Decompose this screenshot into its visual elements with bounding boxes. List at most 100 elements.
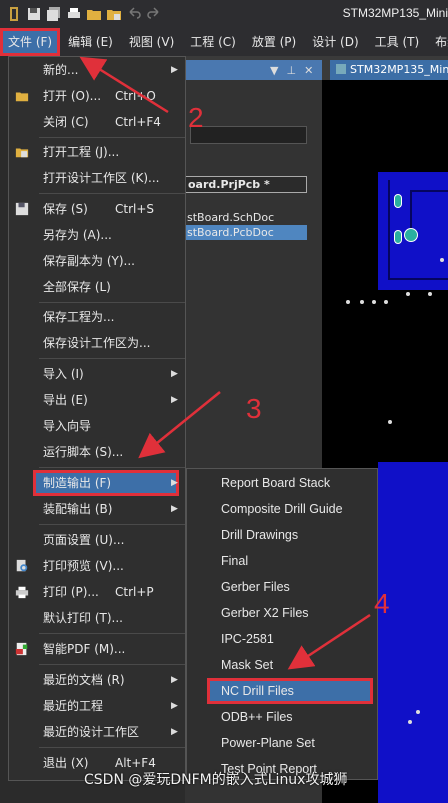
pcb-via [440, 258, 444, 262]
menu-design[interactable]: 设计 (D) [304, 28, 366, 56]
menu-route[interactable]: 布线 [427, 28, 448, 56]
save-icon[interactable] [26, 6, 42, 22]
menu-separator [39, 137, 185, 138]
menu-import-wizard[interactable]: 导入向导 [9, 413, 185, 439]
pcb-doc-row[interactable]: stBoard.PcbDoc [185, 225, 307, 240]
close-icon[interactable]: ✕ [304, 64, 313, 77]
menu-close[interactable]: 关闭 (C) Ctrl+F4 [9, 109, 185, 135]
menu-print[interactable]: 打印 (P)... Ctrl+P [9, 579, 185, 605]
menu-import[interactable]: 导入 (I) ▶ [9, 361, 185, 387]
file-menu: 新的... ▶ 打开 (O)... Ctrl+O 关闭 (C) Ctrl+F4 打开工… [8, 56, 186, 781]
open-folder-icon [15, 92, 29, 102]
dropdown-icon[interactable]: ▼ [270, 64, 278, 77]
project-file-row[interactable]: oard.PrjPcb * [185, 176, 307, 193]
watermark: CSDN @爱玩DNFM的嵌入式Linux攻城狮 [84, 772, 348, 788]
submenu-report-board-stack[interactable]: Report Board Stack [187, 470, 377, 496]
menu-separator [39, 467, 185, 468]
fabrication-outputs-submenu: Report Board Stack Composite Drill Guide… [186, 468, 378, 780]
submenu-ipc-2581[interactable]: IPC-2581 [187, 626, 377, 652]
panel-search-input[interactable] [190, 126, 307, 144]
annotation-step-4: 4 [374, 588, 390, 619]
menu-open-workspace[interactable]: 打开设计工作区 (K)... [9, 165, 185, 191]
menu-separator [39, 747, 185, 748]
print-preview-icon [16, 559, 28, 572]
menu-default-print[interactable]: 默认打印 (T)... [9, 605, 185, 631]
pcb-pad [394, 230, 402, 244]
menu-tools[interactable]: 工具 (T) [367, 28, 428, 56]
app-logo-icon [10, 7, 18, 21]
submenu-arrow-icon: ▶ [171, 395, 178, 405]
menu-file[interactable]: 文件 (F) [0, 28, 61, 56]
menu-save-workspace-as[interactable]: 保存设计工作区为... [9, 330, 185, 356]
menu-save-copy[interactable]: 保存副本为 (Y)... [9, 248, 185, 274]
menu-place[interactable]: 放置 (P) [244, 28, 304, 56]
menu-open[interactable]: 打开 (O)... Ctrl+O [9, 83, 185, 109]
pcb-via [416, 710, 420, 714]
menu-separator [39, 358, 185, 359]
save-all-icon[interactable] [46, 6, 62, 22]
submenu-nc-drill-files[interactable]: NC Drill Files [207, 678, 373, 704]
submenu-drill-drawings[interactable]: Drill Drawings [187, 522, 377, 548]
open-project-icon [15, 148, 29, 158]
submenu-odb-files[interactable]: ODB++ Files [187, 704, 377, 730]
menu-save-as[interactable]: 另存为 (A)... [9, 222, 185, 248]
open-folder-icon[interactable] [86, 6, 102, 22]
menu-run-script[interactable]: 运行脚本 (S)... [9, 439, 185, 465]
menu-new[interactable]: 新的... ▶ [9, 57, 185, 83]
menu-separator [39, 193, 185, 194]
pcb-via [372, 300, 376, 304]
annotation-step-2: 2 [188, 102, 204, 133]
menu-recent-docs[interactable]: 最近的文档 (R) ▶ [9, 667, 185, 693]
menu-save[interactable]: 保存 (S) Ctrl+S [9, 196, 185, 222]
menu-separator [39, 302, 185, 303]
menu-separator [39, 664, 185, 665]
pcb-via [360, 300, 364, 304]
print-icon[interactable] [66, 6, 82, 22]
menu-smart-pdf[interactable]: 智能PDF (M)... [9, 636, 185, 662]
pcb-trace [410, 190, 448, 192]
sch-doc-row[interactable]: stBoard.SchDoc [185, 211, 274, 225]
menu-print-preview[interactable]: 打印预览 (V)... [9, 553, 185, 579]
document-tab[interactable]: STM32MP135_Mini [330, 60, 448, 80]
submenu-arrow-icon: ▶ [171, 701, 178, 711]
pcb-via [408, 720, 412, 724]
panel-tab-controls: ▼ ⊥ ✕ [270, 60, 313, 80]
save-icon [15, 202, 29, 216]
redo-icon[interactable] [146, 6, 162, 22]
submenu-arrow-icon: ▶ [171, 504, 178, 514]
submenu-final[interactable]: Final [187, 548, 377, 574]
menu-save-all[interactable]: 全部保存 (L) [9, 274, 185, 300]
pcb-via [346, 300, 350, 304]
pcb-pad [394, 194, 402, 208]
menu-page-setup[interactable]: 页面设置 (U)... [9, 527, 185, 553]
submenu-gerber-x2-files[interactable]: Gerber X2 Files [187, 600, 377, 626]
annotation-step-3: 3 [246, 393, 262, 424]
menu-project[interactable]: 工程 (C) [182, 28, 244, 56]
menu-assembly-outputs[interactable]: 装配输出 (B) ▶ [9, 496, 185, 522]
open-project-icon[interactable] [106, 6, 122, 22]
menu-view[interactable]: 视图 (V) [121, 28, 182, 56]
menu-recent-workspaces[interactable]: 最近的设计工作区 ▶ [9, 719, 185, 745]
pcb-trace [388, 180, 390, 280]
submenu-gerber-files[interactable]: Gerber Files [187, 574, 377, 600]
submenu-arrow-icon: ▶ [171, 675, 178, 685]
pcb-via [384, 300, 388, 304]
submenu-arrow-icon: ▶ [171, 65, 178, 75]
submenu-mask-set[interactable]: Mask Set [187, 652, 377, 678]
menu-export[interactable]: 导出 (E) ▶ [9, 387, 185, 413]
submenu-composite-drill-guide[interactable]: Composite Drill Guide [187, 496, 377, 522]
app-title: STM32MP135_Mini [342, 6, 448, 20]
menubar: 文件 (F) 编辑 (E) 视图 (V) 工程 (C) 放置 (P) 设计 (D… [0, 28, 448, 56]
pin-icon[interactable]: ⊥ [286, 64, 296, 77]
menu-fabrication-outputs[interactable]: 制造输出 (F) ▶ [33, 470, 179, 496]
pdf-icon [15, 642, 28, 656]
quick-access-toolbar: STM32MP135_Mini [0, 0, 448, 28]
pcb-copper-bottom [378, 462, 448, 803]
menu-open-project[interactable]: 打开工程 (J)... [9, 139, 185, 165]
menu-recent-projects[interactable]: 最近的工程 ▶ [9, 693, 185, 719]
menu-save-project-as[interactable]: 保存工程为... [9, 304, 185, 330]
menu-edit[interactable]: 编辑 (E) [60, 28, 121, 56]
submenu-power-plane-set[interactable]: Power-Plane Set [187, 730, 377, 756]
pcb-via [388, 420, 392, 424]
undo-icon[interactable] [126, 6, 142, 22]
